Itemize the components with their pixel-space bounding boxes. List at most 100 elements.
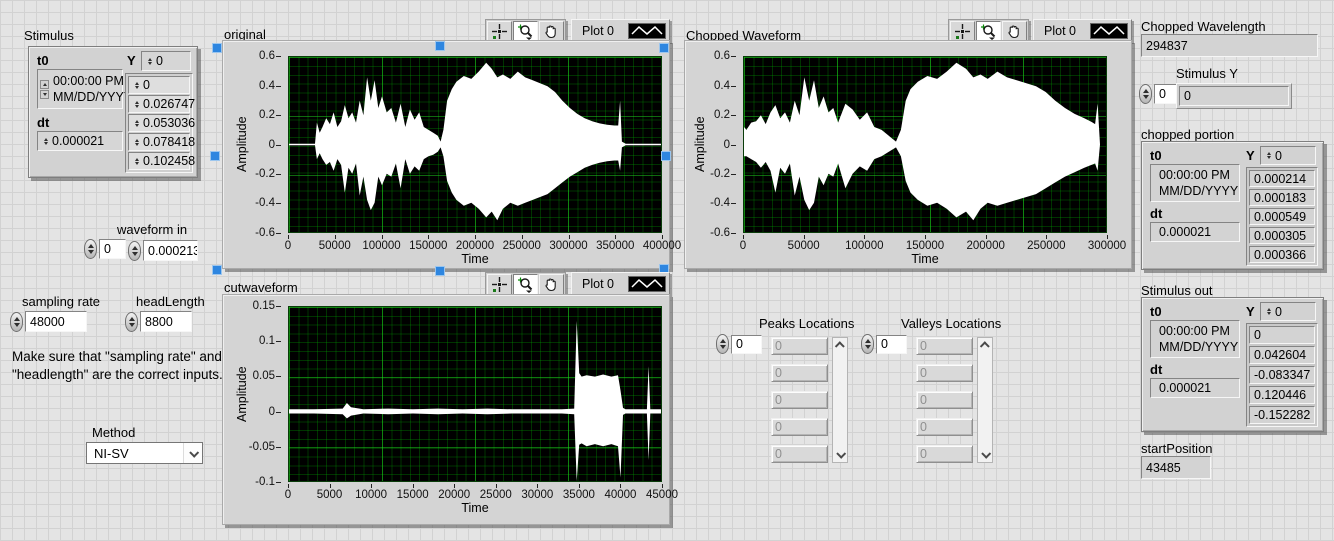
chopped-portion-y-index[interactable]: 0 (1260, 146, 1316, 165)
hand-icon (543, 276, 560, 293)
stimulus-out-y-index-value: 0 (1275, 305, 1282, 319)
stimulus-t0-field[interactable]: 00:00:00 PM MM/DD/YYYY (37, 69, 123, 109)
peaks-index-value[interactable]: 0 (731, 335, 762, 354)
crosshair-icon (491, 23, 508, 40)
pan-tool-button[interactable] (539, 21, 564, 42)
hand-icon (543, 23, 560, 40)
cutwaveform-plot-legend[interactable]: Plot 0 (571, 272, 670, 295)
spinner-arrows-icon[interactable] (1264, 308, 1273, 315)
sampling-rate-value[interactable]: 48000 (25, 311, 87, 332)
stimulus-y-cell-4[interactable]: 0.102458 (128, 152, 190, 170)
spinner-arrows-icon[interactable] (132, 101, 141, 108)
plot-legend-label: Plot 0 (582, 24, 614, 38)
waveform-in-value[interactable]: 0.000213 (143, 240, 198, 261)
increment-decrement-icon[interactable] (716, 334, 729, 354)
increment-decrement-icon[interactable] (861, 334, 874, 354)
selection-handle[interactable] (212, 43, 222, 53)
original-plot-area[interactable] (288, 56, 662, 233)
waveform-in-index[interactable]: 0 (84, 239, 126, 259)
spinner-arrows-icon[interactable] (41, 138, 50, 145)
timestamp-spinner-icon[interactable] (40, 80, 49, 99)
chopped-portion-y-value: 0.000549 (1249, 208, 1315, 225)
peaks-cell: 0 (771, 391, 828, 409)
dropdown-button[interactable] (183, 443, 202, 463)
selection-handle[interactable] (435, 266, 445, 276)
scroll-up-icon[interactable] (979, 341, 989, 351)
selection-handle[interactable] (210, 151, 220, 161)
spinner-arrows-icon[interactable] (132, 139, 141, 146)
chopped-plot-area[interactable] (743, 56, 1107, 233)
stimulus-out-y-index[interactable]: 0 (1260, 302, 1316, 321)
cursor-tool-button[interactable] (950, 21, 975, 42)
pan-tool-button[interactable] (1002, 21, 1027, 42)
zoom-tool-button[interactable] (513, 274, 538, 295)
hand-icon (1006, 23, 1023, 40)
selection-handle[interactable] (212, 265, 222, 275)
stimulus-out-t0-field: 00:00:00 PM MM/DD/YYYY (1150, 320, 1240, 358)
peaks-scrollbar[interactable] (832, 337, 848, 463)
stimulus-y-cell-0[interactable]: 0 (128, 76, 190, 94)
chopped-x-axis: 050000100000150000200000250000300000 (743, 235, 1107, 253)
original-plot-legend[interactable]: Plot 0 (571, 19, 670, 42)
stimulus-out-y-label: Y (1246, 304, 1255, 319)
stimulus-out-t0-time: 00:00:00 PM (1159, 323, 1238, 339)
increment-decrement-icon[interactable] (84, 239, 97, 259)
stimulus-out-y-value: 0.120446 (1249, 386, 1315, 404)
stimulus-dt-field[interactable]: 0.000021 (37, 131, 123, 151)
spinner-arrows-icon[interactable] (132, 82, 141, 89)
valleys-index-control[interactable]: 0 (861, 334, 907, 354)
valleys-index-value[interactable]: 0 (876, 335, 907, 354)
increment-decrement-icon[interactable] (125, 312, 138, 332)
stimulus-t0-date: MM/DD/YYYY (53, 89, 132, 105)
pan-tool-button[interactable] (539, 274, 564, 295)
scroll-down-icon[interactable] (836, 449, 846, 459)
stimulus-y-cell-2[interactable]: 0.053036 (128, 114, 190, 132)
sampling-rate-control[interactable]: 48000 (10, 311, 87, 332)
valleys-cell: 0 (916, 364, 973, 382)
stimulus-out-dt-label: dt (1150, 362, 1162, 377)
peaks-index-control[interactable]: 0 (716, 334, 762, 354)
stimulus-y-cell-1[interactable]: 0.026747 (128, 95, 190, 113)
headlength-control[interactable]: 8800 (125, 311, 192, 332)
stimulus-y-index[interactable]: 0 (141, 51, 191, 71)
stimulus-y-value: 0.026747 (143, 97, 195, 111)
headlength-value[interactable]: 8800 (140, 311, 192, 332)
labview-front-panel: Stimulus t0 00:00:00 PM MM/DD/YYYY dt 0.… (0, 0, 1334, 541)
note-line-2: "headlength" are the correct inputs. (12, 367, 223, 382)
increment-decrement-icon[interactable] (128, 241, 141, 261)
valleys-scrollbar[interactable] (977, 337, 993, 463)
selection-handle[interactable] (661, 151, 671, 161)
peaks-locations-label: Peaks Locations (759, 316, 854, 331)
spinner-arrows-icon[interactable] (145, 58, 154, 65)
increment-decrement-icon[interactable] (10, 312, 23, 332)
cursor-tool-button[interactable] (487, 274, 512, 295)
cursor-tool-button[interactable] (487, 21, 512, 42)
spinner-arrows-icon[interactable] (132, 120, 141, 127)
valleys-locations-label: Valleys Locations (901, 316, 1001, 331)
crosshair-icon (954, 23, 971, 40)
stimulus-out-y-value: -0.152282 (1249, 406, 1315, 424)
method-dropdown[interactable]: NI-SV (86, 442, 203, 464)
stimulus-out-cluster: t0 00:00:00 PM MM/DD/YYYY dt 0.000021 Y … (1141, 297, 1324, 432)
stimulus-y-cell-3[interactable]: 0.078418 (128, 133, 190, 151)
waveform-in-value-control[interactable]: 0.000213 (128, 240, 198, 261)
cutwaveform-y-axis-label: Amplitude (235, 306, 249, 482)
method-value: NI-SV (87, 443, 183, 463)
zoom-tool-button[interactable] (513, 21, 538, 42)
cutwaveform-plot-area[interactable] (288, 306, 662, 482)
stimulus-out-label: Stimulus out (1141, 283, 1213, 298)
valleys-cell: 0 (916, 337, 973, 355)
spinner-arrows-icon[interactable] (132, 158, 141, 165)
scroll-up-icon[interactable] (834, 341, 844, 351)
spinner-arrows-icon[interactable] (1264, 152, 1273, 159)
chopped-plot-legend[interactable]: Plot 0 (1033, 19, 1132, 42)
zoom-tool-button[interactable] (976, 21, 1001, 42)
chopped-portion-y-index-value: 0 (1275, 149, 1282, 163)
selection-handle[interactable] (659, 43, 669, 53)
selection-handle[interactable] (435, 41, 445, 51)
plot-line-swatch-icon (628, 23, 666, 39)
increment-decrement-icon[interactable] (1139, 84, 1152, 104)
scroll-down-icon[interactable] (981, 449, 991, 459)
waveform-in-index-value[interactable]: 0 (99, 239, 126, 259)
chopped-x-axis-label: Time (743, 252, 1107, 266)
